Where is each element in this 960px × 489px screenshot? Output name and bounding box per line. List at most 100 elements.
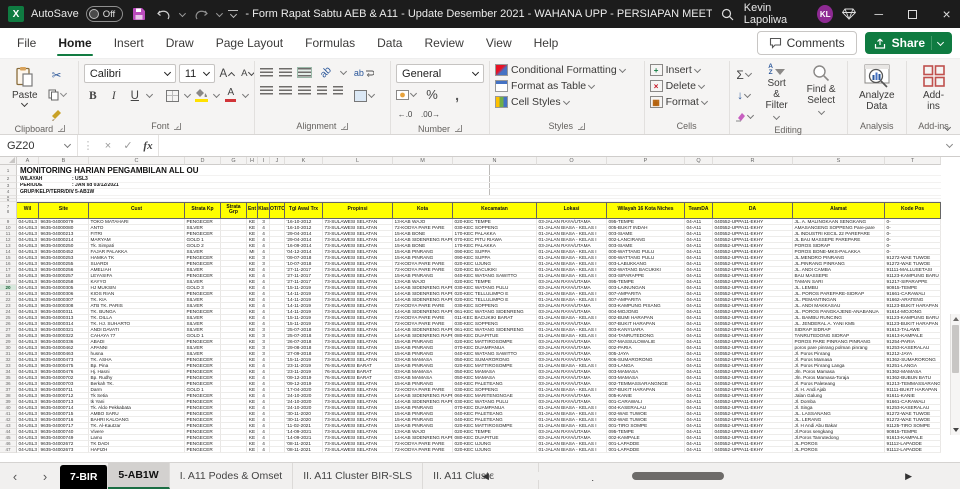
column-header-G[interactable]: G (221, 157, 247, 165)
sheet-tab-i-a11-podes-omset[interactable]: I. A11 Podes & Omset (170, 463, 294, 489)
cell[interactable]: 9635-04002673 (39, 446, 89, 453)
vertical-scrollbar[interactable] (950, 314, 960, 435)
italic-button[interactable]: I (105, 87, 123, 104)
confirm-entry-icon[interactable]: ✓ (118, 135, 138, 156)
save-icon[interactable] (130, 5, 148, 23)
excel-app-icon[interactable]: X (8, 6, 24, 22)
font-name-combo[interactable]: Calibri (83, 64, 176, 83)
number-format-combo[interactable]: General (396, 64, 485, 83)
cell[interactable]: HAFIZH (89, 446, 185, 453)
column-header-S[interactable]: S (793, 157, 885, 165)
analyze-data-button[interactable]: Analyze Data (854, 64, 900, 114)
formula-input[interactable] (158, 135, 938, 156)
sheet-nav-next-icon[interactable]: › (30, 463, 60, 489)
addins-button[interactable]: Add-ins (912, 64, 955, 114)
cell[interactable] (270, 446, 285, 453)
cell[interactable]: 73-SULAWESI SELATAN (323, 446, 393, 453)
fill-down-icon[interactable]: ↓ (735, 87, 753, 104)
column-title[interactable]: MOT/TOT (270, 201, 285, 219)
decrease-indent-icon[interactable] (316, 86, 327, 95)
cell[interactable]: JL.POROS (793, 446, 885, 453)
document-title-area[interactable]: - Form Rapat Sabtu AEB & A11 - Update De… (245, 8, 711, 20)
column-title[interactable]: Kode Pos (885, 201, 941, 219)
cell[interactable]: 04-A11 (685, 446, 713, 453)
font-size-combo[interactable]: 11 (178, 64, 215, 83)
title-cell[interactable]: MONITORING HARIAN PENGAMBILAN ALL OU (17, 165, 941, 176)
column-header-Q[interactable]: Q (685, 157, 713, 165)
align-bottom-icon[interactable] (296, 67, 312, 78)
ribbon-tab-data[interactable]: Data (366, 29, 413, 57)
cell[interactable]: 72-KODYA PARE PARE (393, 446, 453, 453)
share-dropdown-icon[interactable] (936, 38, 945, 46)
ribbon-tab-home[interactable]: Home (47, 29, 102, 57)
sort-filter-button[interactable]: AZ Sort & Filter (759, 63, 795, 124)
paste-dropdown-icon[interactable] (21, 99, 29, 108)
format-painter-icon[interactable] (48, 106, 66, 123)
merge-center-icon[interactable] (353, 87, 375, 104)
borders-dropdown-icon[interactable] (183, 90, 191, 99)
cell[interactable]: 020-KEC UJUNG (453, 446, 537, 453)
paste-button[interactable]: Paste (7, 64, 43, 108)
vertical-scroll-thumb[interactable] (952, 325, 959, 373)
minimize-button[interactable]: ─ (865, 0, 892, 28)
fill-color-dropdown-icon[interactable] (212, 90, 220, 99)
increase-font-icon[interactable]: A (218, 65, 236, 82)
select-all-corner[interactable] (0, 157, 17, 165)
gem-features-icon[interactable] (840, 5, 858, 23)
cell-styles-button[interactable]: Cell Styles (495, 96, 570, 108)
cell[interactable]: 01-JALAN BIASA - KELAS I (537, 446, 607, 453)
cell[interactable]: PENGECER (185, 446, 221, 453)
scroll-up-icon[interactable] (951, 314, 960, 324)
copy-icon[interactable] (48, 86, 67, 103)
hscroll-right-icon[interactable]: ▶ (905, 471, 912, 482)
orientation-icon[interactable]: ab (313, 60, 338, 85)
row-header-1[interactable]: 1 (0, 165, 17, 176)
column-title[interactable]: Strata Kp (185, 201, 221, 219)
column-header-M[interactable]: M (393, 157, 453, 165)
column-header-D[interactable]: D (185, 157, 221, 165)
cell[interactable]: 040552-UPPA11-EKHY (713, 446, 793, 453)
row-header-47[interactable]: 47 (0, 446, 17, 453)
format-as-table-button[interactable]: Format as Table (495, 80, 596, 92)
column-title[interactable]: Wil (17, 201, 39, 219)
cell[interactable]: KE (247, 446, 258, 453)
bold-button[interactable]: B (84, 87, 102, 104)
row-header-7-8[interactable]: 78 (0, 201, 17, 219)
align-center-icon[interactable] (278, 86, 292, 95)
cell[interactable] (221, 446, 247, 453)
name-box[interactable]: GZ20 (0, 135, 78, 156)
ribbon-tab-help[interactable]: Help (523, 29, 570, 57)
close-button[interactable]: × (933, 0, 960, 28)
alignment-dialog-launcher-icon[interactable] (341, 122, 349, 130)
column-title[interactable]: TeamDA (685, 201, 713, 219)
column-title[interactable]: Kota (393, 201, 453, 219)
column-header-P[interactable]: P (607, 157, 685, 165)
horizontal-scroll-thumb[interactable] (631, 472, 724, 480)
hscroll-track[interactable] (492, 472, 902, 480)
column-title[interactable]: Kecamatan (453, 201, 537, 219)
font-color-dropdown-icon[interactable] (241, 90, 249, 99)
column-title[interactable]: Site (39, 201, 89, 219)
column-header-A[interactable]: A (17, 157, 39, 165)
cut-icon[interactable]: ✂ (48, 66, 66, 83)
column-title[interactable]: Strata Grp (221, 201, 247, 219)
cancel-entry-icon[interactable]: × (98, 135, 118, 156)
fill-color-button[interactable] (193, 87, 211, 104)
insert-cells-button[interactable]: + Insert (649, 64, 701, 76)
number-dialog-launcher-icon[interactable] (455, 125, 463, 132)
cell[interactable]: 04-USL3 (17, 446, 39, 453)
underline-dropdown-icon[interactable] (145, 90, 153, 99)
quick-access-toolbar-icon[interactable] (228, 10, 239, 19)
column-header-N[interactable]: N (453, 157, 537, 165)
column-title[interactable]: Lokasi (537, 201, 607, 219)
expand-formula-bar-icon[interactable] (938, 135, 960, 156)
column-header-C[interactable]: C (89, 157, 185, 165)
ribbon-tab-insert[interactable]: Insert (103, 29, 155, 57)
cell[interactable]: 4 (258, 446, 270, 453)
insert-function-icon[interactable]: fx (138, 135, 158, 156)
cell[interactable]: 91112-LAPADDE (885, 446, 941, 453)
comma-style-icon[interactable]: , (448, 86, 466, 103)
scroll-down-icon[interactable] (951, 425, 960, 435)
ribbon-tab-draw[interactable]: Draw (155, 29, 205, 57)
column-header-H[interactable]: H (247, 157, 258, 165)
